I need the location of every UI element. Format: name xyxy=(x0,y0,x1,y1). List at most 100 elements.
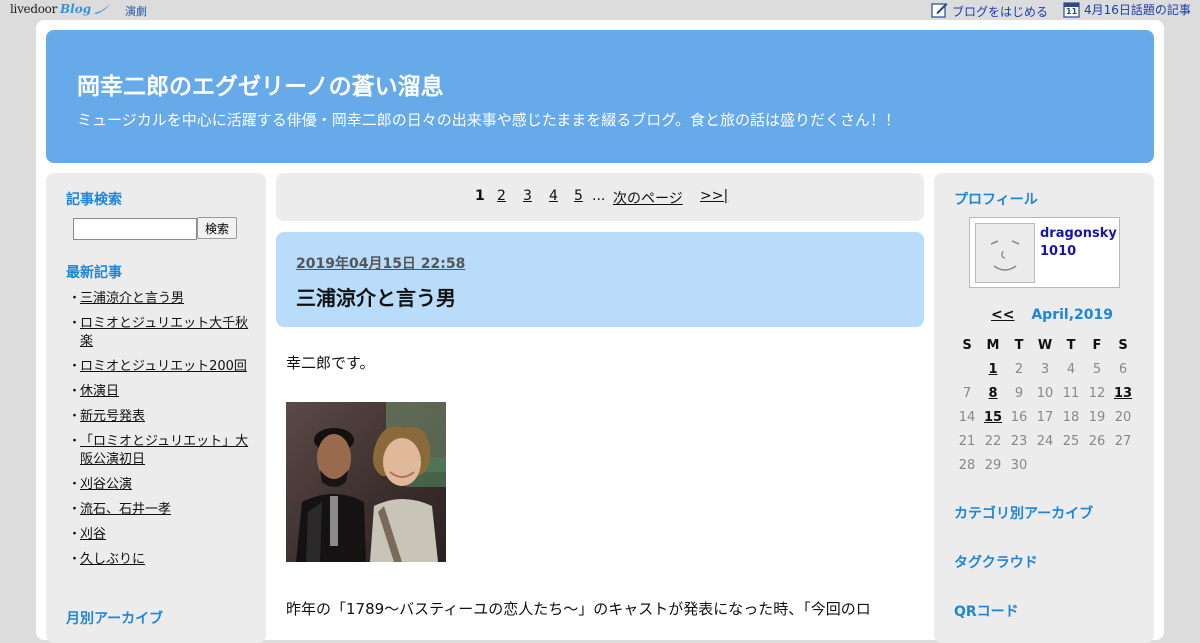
current-page: 1 xyxy=(475,188,485,204)
recent-article-link[interactable]: 新元号発表 xyxy=(80,409,145,424)
list-item: ・ロミオとジュリエット200回 xyxy=(68,359,247,374)
calendar-day: 23 xyxy=(1010,433,1028,449)
calendar-day-link[interactable]: 13 xyxy=(1110,381,1136,405)
calendar-day: 21 xyxy=(958,433,976,449)
right-sidebar: プロフィール dragonsky1010 << April,2019 S M T… xyxy=(934,173,1154,643)
calendar-day: 10 xyxy=(1036,385,1054,401)
calendar-day: 7 xyxy=(962,385,972,401)
recent-article-link[interactable]: ロミオとジュリエット200回 xyxy=(80,359,247,374)
calendar-week-row: 21 22 23 24 25 26 27 xyxy=(954,429,1136,453)
calendar-day: 5 xyxy=(1092,361,1102,377)
start-blog-link[interactable]: ブログをはじめる xyxy=(931,1,1048,21)
weekday-label: F xyxy=(1092,337,1102,353)
calendar-day: 11 xyxy=(1062,385,1080,401)
livedoor-blog-logo[interactable]: livedoor Blog xyxy=(10,1,111,17)
calendar-week-row: 14 15 16 17 18 19 20 xyxy=(954,405,1136,429)
blog-title[interactable]: 岡幸二郎のエグゼリーノの蒼い溜息 xyxy=(77,67,444,101)
calendar-day: 28 xyxy=(958,457,976,473)
monthly-archive-heading: 月別アーカイブ xyxy=(66,611,164,627)
profile-name-link[interactable]: dragonsky1010 xyxy=(1040,225,1118,261)
photo-two-people-image xyxy=(286,402,446,562)
search-input[interactable] xyxy=(73,218,197,240)
calendar: S M T W T F S 1 2 3 4 5 6 7 8 9 10 11 12 13 1 4 15 16 17 1… xyxy=(954,333,1136,477)
calendar-day: 29 xyxy=(984,457,1002,473)
calendar-empty-cell xyxy=(1058,453,1084,477)
calendar-empty-cell xyxy=(1110,453,1136,477)
calendar-day: 16 xyxy=(1010,409,1028,425)
post-paragraph: 昨年の「1789〜バスティーユの恋人たち〜」のキャストが発表になった時、「今回の… xyxy=(286,600,871,618)
list-item: ・久しぶりに xyxy=(68,552,146,567)
search-heading: 記事検索 xyxy=(66,192,122,208)
list-item: ・新元号発表 xyxy=(68,409,146,424)
calendar-day: 17 xyxy=(1036,409,1054,425)
logo-swoosh-icon xyxy=(94,4,111,14)
pagination-ellipsis: ... xyxy=(592,188,606,204)
search-button[interactable]: 検索 xyxy=(197,217,237,239)
calendar-day: 26 xyxy=(1088,433,1106,449)
trending-articles-label: 4月16日話題の記事 xyxy=(1084,3,1191,17)
left-sidebar: 記事検索 検索 最新記事 ・三浦涼介と言う男 ・ロミオとジュリエット大千秋楽 ・… xyxy=(46,173,266,643)
edit-icon xyxy=(931,1,948,21)
calendar-day: 9 xyxy=(1014,385,1024,401)
calendar-week-row: 7 8 9 10 11 12 13 xyxy=(954,381,1136,405)
profile-card: dragonsky1010 xyxy=(969,217,1120,288)
recent-articles-heading: 最新記事 xyxy=(66,265,122,281)
list-item: ・流石、石井一孝 xyxy=(68,502,172,517)
calendar-weekday-row: S M T W T F S xyxy=(954,333,1136,357)
calendar-empty-cell xyxy=(954,357,980,381)
calendar-day: 12 xyxy=(1088,385,1106,401)
post-greeting: 幸二郎です。 xyxy=(286,354,375,372)
calendar-day: 4 xyxy=(1066,361,1076,377)
post-date[interactable]: 2019年04月15日 22:58 xyxy=(296,253,465,273)
recent-article-link[interactable]: 刈谷 xyxy=(80,527,106,542)
last-page-link[interactable]: >>| xyxy=(700,188,728,204)
page-link[interactable]: 5 xyxy=(574,188,583,204)
recent-article-link[interactable]: 三浦涼介と言う男 xyxy=(80,291,184,306)
recent-article-link[interactable]: 流石、石井一孝 xyxy=(80,502,171,517)
category-link[interactable]: 演劇 xyxy=(125,3,147,19)
calendar-month-label: April,2019 xyxy=(1031,307,1113,323)
weekday-label: T xyxy=(1014,337,1024,353)
page-link[interactable]: 2 xyxy=(497,188,506,204)
recent-article-link[interactable]: ロミオとジュリエット大千秋楽 xyxy=(80,316,248,349)
list-item: ・刈谷公演 xyxy=(68,477,133,492)
category-archive-heading: カテゴリ別アーカイブ xyxy=(954,506,1094,522)
recent-article-link[interactable]: 久しぶりに xyxy=(80,552,145,567)
post-photo[interactable] xyxy=(286,402,446,562)
page-link[interactable]: 4 xyxy=(549,188,558,204)
calendar-day: 20 xyxy=(1114,409,1132,425)
calendar-week-row: 28 29 30 xyxy=(954,453,1136,477)
calendar-week-row: 123456 xyxy=(954,357,1136,381)
start-blog-label: ブログをはじめる xyxy=(952,4,1049,19)
list-item: ・三浦涼介と言う男 xyxy=(68,291,185,306)
calendar-prev-month-link[interactable]: << xyxy=(991,307,1014,323)
trending-articles-link[interactable]: 11 4月16日話題の記事 xyxy=(1063,1,1191,18)
calendar-day: 24 xyxy=(1036,433,1054,449)
list-item: ・刈谷 xyxy=(68,527,107,542)
livedoor-topbar: livedoor Blog 演劇 ブログをはじめる 11 4月16日話題の記事 xyxy=(0,0,1200,20)
profile-heading: プロフィール xyxy=(954,192,1038,208)
recent-article-link[interactable]: 「ロミオとジュリエット」大阪公演初日 xyxy=(80,434,248,467)
calendar-day: 19 xyxy=(1088,409,1106,425)
blog-subtitle: ミュージカルを中心に活躍する俳優・岡幸二郎の日々の出来事や感じたままを綴るブログ… xyxy=(77,111,901,129)
calendar-icon-day: 11 xyxy=(1066,7,1078,16)
calendar-day: 3 xyxy=(1040,361,1050,377)
recent-article-link[interactable]: 刈谷公演 xyxy=(80,477,132,492)
weekday-label: T xyxy=(1066,337,1076,353)
calendar-day-link[interactable]: 8 xyxy=(980,381,1006,405)
calendar-day: 18 xyxy=(1062,409,1080,425)
tag-cloud-heading: タグクラウド xyxy=(954,555,1038,571)
calendar-day-link[interactable]: 15 xyxy=(980,405,1006,429)
weekday-label: W xyxy=(1037,337,1053,353)
calendar-icon: 11 xyxy=(1063,1,1080,18)
post-header: 2019年04月15日 22:58 三浦涼介と言う男 xyxy=(276,232,924,327)
next-page-link[interactable]: 次のページ xyxy=(613,188,683,208)
logo-blog-text: Blog xyxy=(60,2,92,16)
avatar[interactable] xyxy=(975,223,1035,283)
calendar-day-link[interactable]: 1 xyxy=(980,357,1006,381)
recent-articles-list: ・三浦涼介と言う男 ・ロミオとジュリエット大千秋楽 ・ロミオとジュリエット200… xyxy=(66,290,251,576)
calendar-empty-cell xyxy=(1032,453,1058,477)
post-title: 三浦涼介と言う男 xyxy=(296,286,456,310)
recent-article-link[interactable]: 休演日 xyxy=(80,384,119,399)
page-link[interactable]: 3 xyxy=(523,188,532,204)
